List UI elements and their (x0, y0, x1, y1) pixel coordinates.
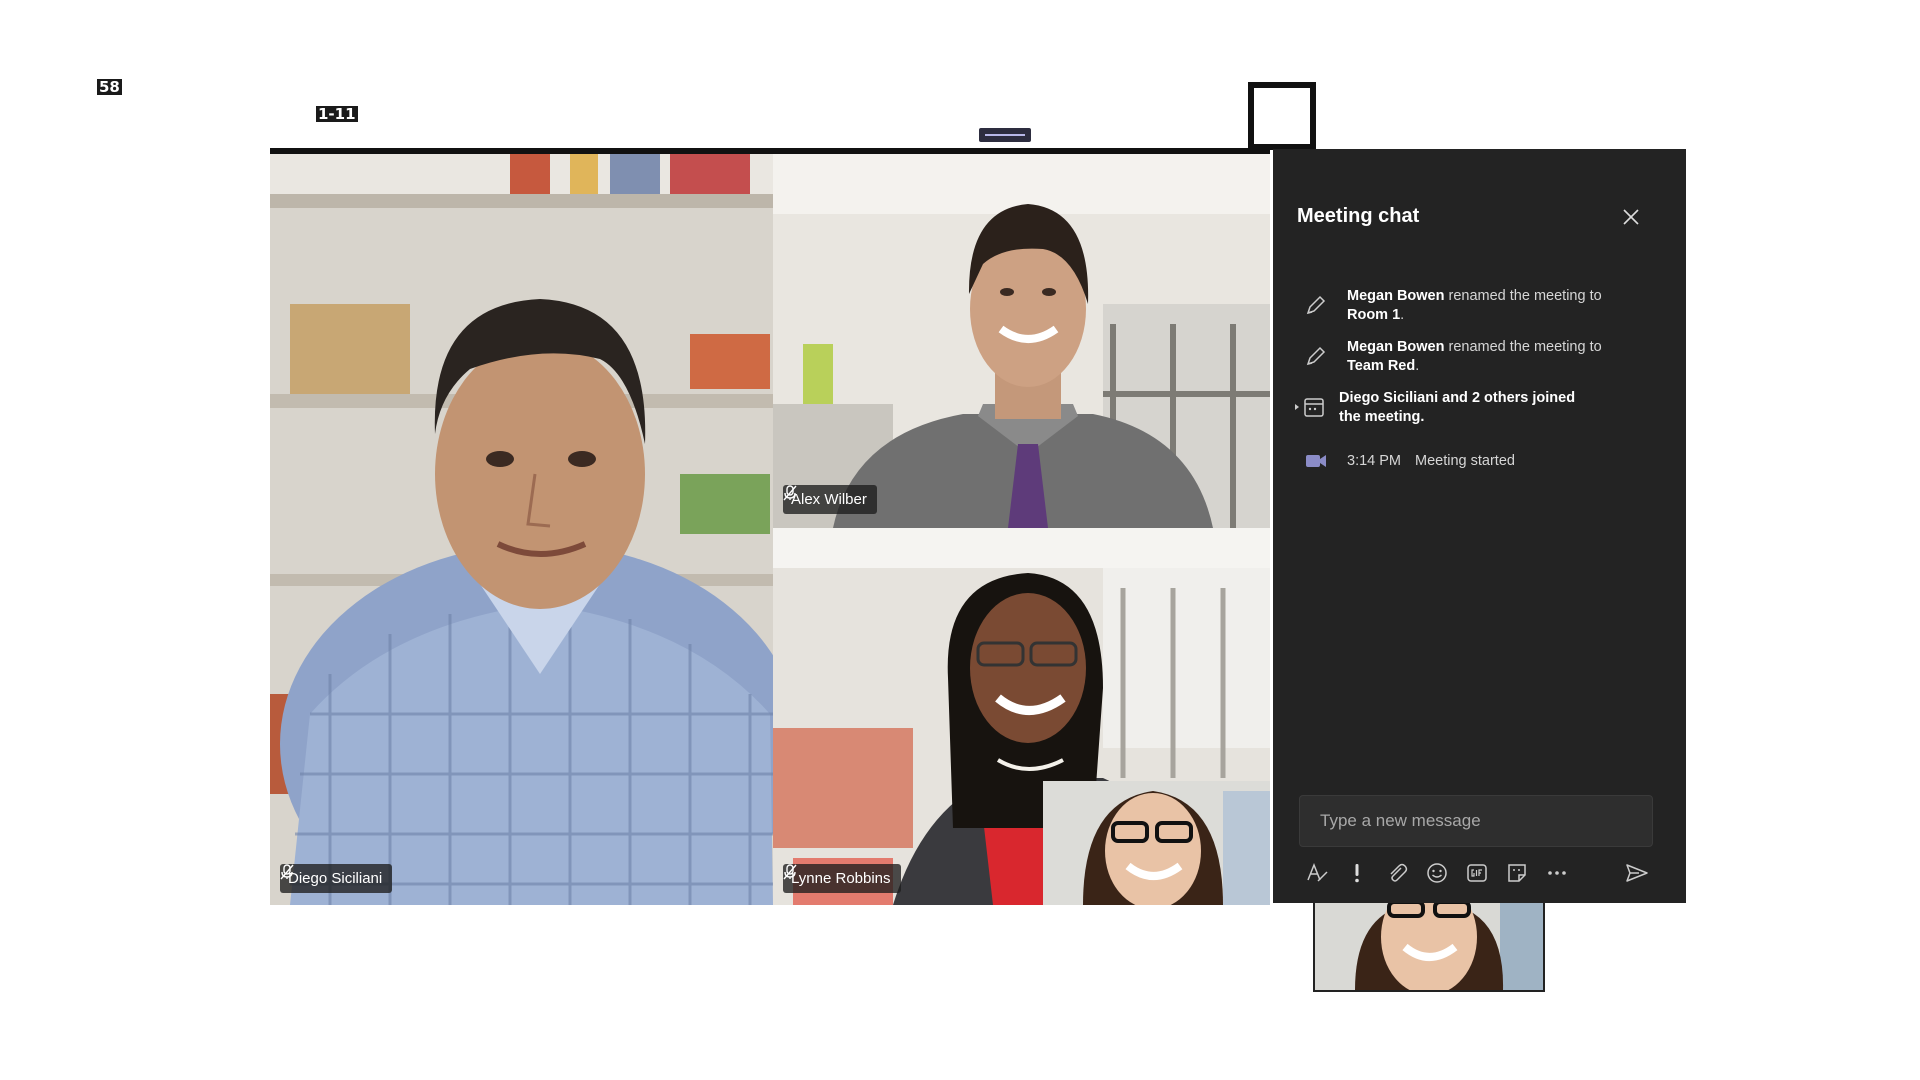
message-target: Room 1 (1347, 307, 1401, 323)
message-end: . (1400, 307, 1405, 323)
sticker-icon (1508, 864, 1526, 882)
message-action: renamed the meeting to (1444, 288, 1602, 304)
participant-name: Diego Siciliani (288, 870, 383, 887)
name-tag-lynne: Lynne Robbins (783, 864, 901, 893)
more-options-icon (1548, 871, 1566, 875)
video-grid: Diego Siciliani Alex Wilber Lynne Robbin… (270, 148, 1270, 905)
format-icon (1307, 862, 1328, 882)
format-button[interactable] (1303, 859, 1331, 887)
diego-video-feed (270, 154, 773, 905)
mic-off-icon (280, 864, 294, 880)
emoji-button[interactable] (1423, 859, 1451, 887)
participant-name: Lynne Robbins (791, 870, 891, 887)
participant-name: Alex Wilber (791, 491, 867, 508)
self-view-tile[interactable] (1043, 781, 1270, 905)
overlay-label-58: 58 (97, 78, 122, 96)
gif-button[interactable] (1463, 859, 1491, 887)
partial-side-panel (1686, 149, 1700, 879)
message-time: 3:14 PM (1347, 452, 1401, 469)
self-video-feed (1043, 781, 1270, 905)
name-tag-alex: Alex Wilber (783, 485, 877, 514)
gif-icon (1467, 864, 1487, 882)
video-camera-icon (1306, 455, 1326, 467)
alex-video-feed (773, 154, 1270, 528)
compose-box[interactable] (1299, 795, 1653, 847)
emoji-icon (1427, 863, 1447, 883)
video-tile-diego[interactable]: Diego Siciliani (270, 154, 773, 905)
system-message-started: 3:14 PM Meeting started (1303, 449, 1603, 473)
close-icon[interactable] (1621, 207, 1641, 227)
message-text: Megan Bowen renamed the meeting to Team … (1347, 338, 1603, 376)
important-button[interactable] (1343, 859, 1371, 887)
message-end: . (1415, 358, 1420, 374)
system-message-joined[interactable]: Diego Siciliani and 2 others joined the … (1293, 389, 1593, 427)
message-input[interactable] (1300, 796, 1652, 846)
message-text: Megan Bowen renamed the meeting to Room … (1347, 287, 1603, 325)
minimize-handle[interactable] (979, 128, 1031, 142)
chat-title: Meeting chat (1297, 205, 1420, 227)
video-tile-alex[interactable]: Alex Wilber (773, 154, 1270, 528)
important-icon (1355, 864, 1359, 883)
attach-icon (1390, 863, 1408, 882)
floating-preview-feed (1315, 902, 1543, 990)
mic-off-icon (783, 864, 797, 880)
send-button[interactable] (1623, 859, 1651, 887)
attach-button[interactable] (1383, 859, 1411, 887)
message-target: Team Red (1347, 358, 1416, 374)
overlay-label-1-11: 1-11 (316, 105, 358, 123)
system-message: Megan Bowen renamed the meeting to Team … (1303, 338, 1603, 376)
pencil-icon (1306, 295, 1326, 315)
floating-self-preview[interactable] (1313, 902, 1545, 992)
name-tag-diego: Diego Siciliani (280, 864, 393, 893)
message-actor: Megan Bowen (1347, 339, 1445, 355)
compose-toolbar (1303, 859, 1655, 889)
send-icon (1626, 864, 1648, 882)
system-message: Megan Bowen renamed the meeting to Room … (1303, 287, 1603, 325)
message-actor: Megan Bowen (1347, 288, 1445, 304)
window-square-icon[interactable] (1248, 82, 1316, 150)
message-body: Meeting started (1415, 452, 1515, 469)
pencil-icon (1306, 346, 1326, 366)
more-options-button[interactable] (1543, 859, 1571, 887)
mic-off-icon (783, 485, 797, 501)
message-actor: Diego Siciliani (1339, 390, 1439, 406)
meeting-chat-panel: Meeting chat Megan Bowen renamed the mee… (1273, 149, 1686, 903)
sticker-button[interactable] (1503, 859, 1531, 887)
calendar-join-icon (1295, 398, 1324, 417)
message-action: renamed the meeting to (1444, 339, 1602, 355)
message-text: Diego Siciliani and 2 others joined the … (1339, 389, 1593, 427)
message-text: 3:14 PM Meeting started (1347, 452, 1515, 471)
